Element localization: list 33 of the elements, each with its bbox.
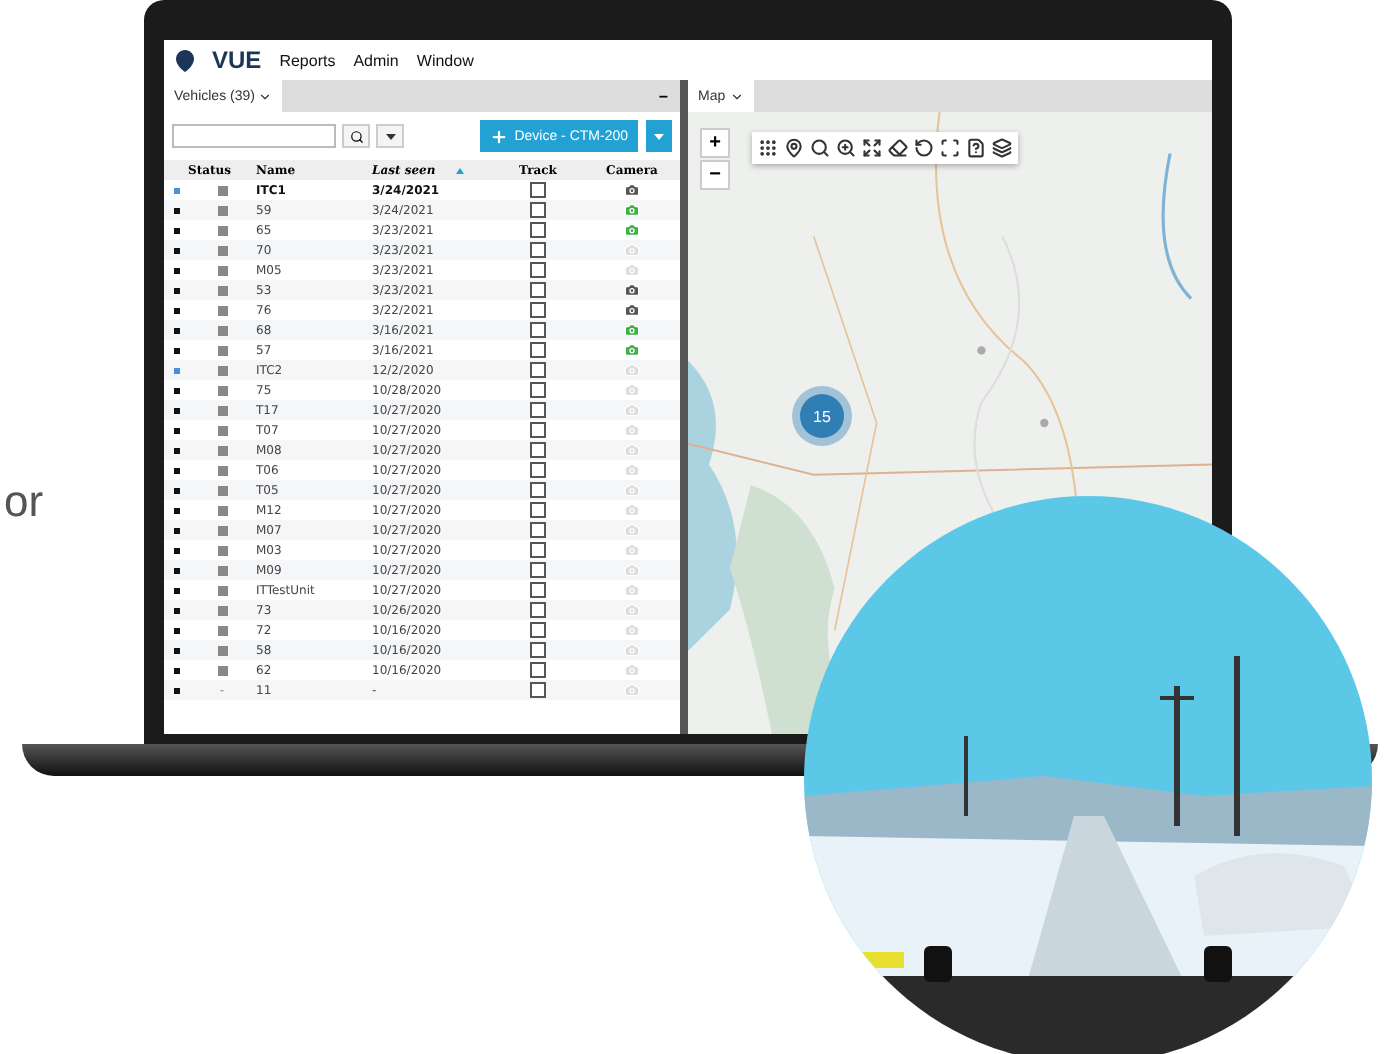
menu-item[interactable]: Admin	[353, 51, 399, 69]
caret-icon	[385, 133, 395, 139]
search-icon[interactable]	[810, 138, 830, 158]
chevron-icon	[258, 89, 273, 103]
camera-icon[interactable]	[624, 282, 640, 298]
expand-icon[interactable]	[862, 138, 882, 158]
camera-icon[interactable]	[624, 182, 640, 198]
search-button[interactable]	[342, 124, 370, 148]
app-logo: VUE	[212, 46, 262, 74]
undo-icon[interactable]	[914, 138, 934, 158]
zoom-icon[interactable]	[836, 138, 856, 158]
menu-item[interactable]: Window	[416, 51, 474, 69]
minimize-button[interactable]: −	[658, 87, 680, 105]
plus-icon	[490, 127, 509, 145]
chevron-icon	[729, 89, 744, 103]
zoom-in-button[interactable]: +	[700, 128, 730, 158]
grip-icon[interactable]	[758, 138, 778, 158]
sort-icon	[455, 167, 464, 173]
search-field[interactable]	[172, 124, 336, 148]
menu-item[interactable]: Reports	[279, 51, 336, 69]
zoom-out-button[interactable]: −	[700, 160, 730, 190]
frame-icon[interactable]	[940, 138, 960, 158]
help-icon[interactable]	[966, 138, 986, 158]
caret-icon	[654, 133, 664, 139]
camera-icon[interactable]	[624, 302, 640, 318]
search-icon	[349, 129, 363, 143]
dropdown-button[interactable]	[376, 124, 404, 148]
pin-icon[interactable]	[784, 138, 804, 158]
side-text: or	[4, 476, 44, 528]
eraser-icon[interactable]	[888, 138, 908, 158]
caret-button[interactable]	[644, 120, 672, 152]
layers-icon[interactable]	[992, 138, 1012, 158]
logo-icon	[176, 49, 194, 71]
